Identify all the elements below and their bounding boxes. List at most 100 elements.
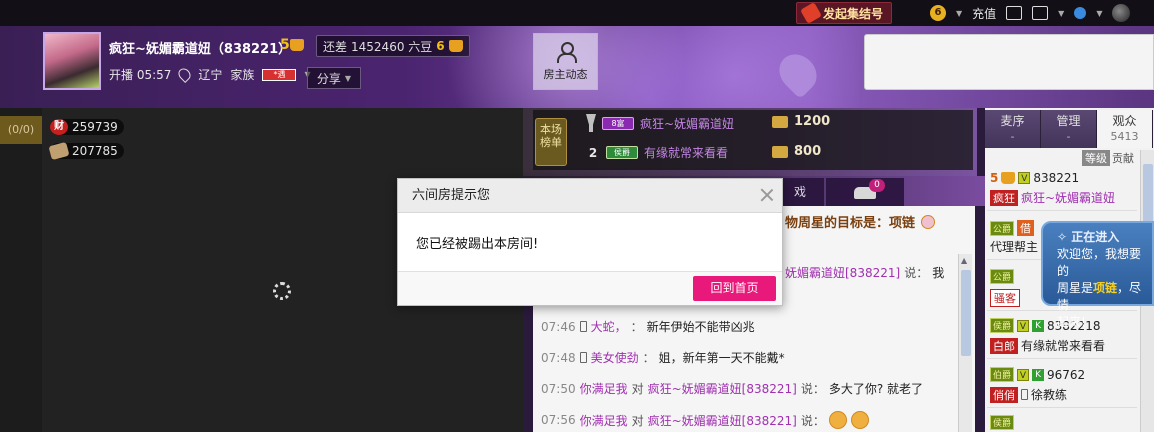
- audience-user[interactable]: 骚客: [990, 289, 1020, 307]
- live-info-row: 开播 05:57 辽宁 家族 *遇 ▼: [109, 66, 311, 83]
- family-label: 家族: [230, 68, 255, 82]
- dialog-footer: 回到首页: [398, 271, 782, 305]
- rank-name: 有缘就常来看看: [644, 146, 729, 160]
- rank-badge: 侯爵: [606, 146, 638, 159]
- audience-user[interactable]: 5 V 838221: [990, 171, 1079, 185]
- entering-popup: ✧ 正在进入 欢迎您，我想要的 周星是项链，尽情 起来!: [1041, 221, 1154, 329]
- chevron-down-icon[interactable]: ▼: [1096, 9, 1102, 18]
- host-avatar[interactable]: [43, 32, 101, 90]
- back-home-button[interactable]: 回到首页: [693, 276, 776, 301]
- chat-line: 妩媚霸道妞[838221] 说： 我: [785, 264, 944, 281]
- chat-line: 07:48 美女使劲 ： 姐，新年第一天不能戴*: [541, 349, 785, 366]
- tab-audience[interactable]: 观众 5413: [1097, 110, 1153, 148]
- shield-icon[interactable]: [1074, 7, 1087, 19]
- rank-badge: 侯爵: [990, 415, 1015, 430]
- chat-topline-text: 物周星的目标是：项链: [785, 216, 916, 231]
- phone-icon: [579, 321, 587, 332]
- audience-user[interactable]: 代理帮主: [990, 238, 1038, 255]
- k-badge: K: [1032, 319, 1045, 332]
- owner-dynamic-button[interactable]: 房主动态: [533, 33, 598, 90]
- audience-user[interactable]: 伯爵 V K 96762: [990, 367, 1085, 382]
- chevron-down-icon[interactable]: ▼: [1058, 9, 1064, 18]
- chat-user[interactable]: 美女使劲: [591, 349, 639, 366]
- divider: [987, 210, 1137, 211]
- owner-dynamic-label: 房主动态: [543, 67, 588, 81]
- audience-user[interactable]: 白郎 有缘就常来看看: [990, 337, 1105, 354]
- sort-level[interactable]: 等级: [1082, 150, 1110, 166]
- crown-icon: [448, 40, 463, 52]
- audience-user[interactable]: 公爵: [990, 269, 1015, 284]
- chat-topline: 物周星的目标是：项链: [785, 212, 936, 231]
- seat-counter: (0/0): [0, 116, 42, 144]
- chat-user[interactable]: 你满足我: [580, 380, 628, 397]
- gap-text: 还差: [323, 39, 348, 54]
- live-time: 开播 05:57: [109, 68, 172, 82]
- rank-entry[interactable]: 2 侯爵 有缘就常来看看: [586, 144, 728, 161]
- tab-label: 戏: [793, 185, 806, 199]
- sort-contribution[interactable]: 贡献: [1112, 150, 1134, 166]
- chat-line: 07:56 你满足我 对 疯狂~妩媚霸道妞[838221] 说：: [541, 411, 869, 429]
- vip-badge: V: [1017, 319, 1030, 332]
- chat-user[interactable]: 妩媚霸道妞[838221]: [785, 264, 900, 281]
- tab-mic-queue[interactable]: 麦序 -: [985, 110, 1041, 148]
- edit-icon[interactable]: [1032, 6, 1049, 20]
- host-level-number: 5: [280, 37, 290, 53]
- loading-spinner-icon: [273, 282, 291, 300]
- rally-button[interactable]: 发起集结号: [796, 2, 892, 24]
- chat-sep: ：: [630, 320, 643, 334]
- user-tag: 白郎: [990, 337, 1018, 354]
- close-icon[interactable]: [760, 188, 774, 202]
- tab-car[interactable]: [826, 178, 904, 206]
- chat-user[interactable]: 疯狂~妩媚霸道妞[838221]: [648, 412, 797, 429]
- user-avatar[interactable]: [1112, 4, 1131, 22]
- audience-user[interactable]: 侯爵: [990, 415, 1015, 430]
- kicked-dialog: 六间房提示您 您已经被踢出本房间! 回到首页: [397, 178, 783, 306]
- necklace-icon: [921, 214, 936, 229]
- audience-user[interactable]: 疯狂 疯狂~妩媚霸道妞: [990, 189, 1115, 206]
- mail-icon[interactable]: [1006, 6, 1023, 20]
- user-name: 疯狂~妩媚霸道妞: [1021, 191, 1116, 205]
- chat-text: 姐，新年第一天不能戴*: [658, 351, 785, 365]
- chat-user[interactable]: 你满足我: [580, 412, 628, 429]
- coin-level-icon[interactable]: 6: [930, 5, 946, 21]
- audience-user[interactable]: 俏俏 徐教练: [990, 386, 1067, 403]
- dialog-header: 六间房提示您: [398, 179, 782, 213]
- vip-badge: V: [1017, 368, 1030, 381]
- trophy-icon: [586, 114, 596, 132]
- entering-line: 起来!: [1057, 315, 1086, 329]
- share-button[interactable]: 分享 ▼: [307, 67, 361, 89]
- chevron-down-icon[interactable]: ▼: [956, 9, 962, 18]
- crown-icon: [289, 39, 304, 51]
- chat-user[interactable]: 大蛇，: [591, 318, 627, 335]
- car-count-badge: 0: [869, 179, 885, 192]
- tab-admin[interactable]: 管理 -: [1041, 110, 1097, 148]
- chat-user[interactable]: 疯狂~妩媚霸道妞[838221]: [648, 380, 797, 397]
- sort-labels: 等级 贡献: [1082, 150, 1134, 166]
- bean-icon: [772, 145, 788, 158]
- chat-scroll-thumb[interactable]: [961, 270, 971, 356]
- tab-count: 5413: [1110, 130, 1139, 143]
- level-gap-box: 还差 1452460 六豆 6: [316, 35, 470, 57]
- rank-badge: 侯爵: [990, 318, 1015, 333]
- k-badge: K: [1032, 368, 1045, 381]
- family-badge[interactable]: *遇: [262, 68, 297, 81]
- tab-count: -: [1010, 130, 1015, 143]
- rank-tag[interactable]: 本场榜单: [535, 118, 567, 166]
- entering-title: ✧ 正在进入: [1057, 230, 1120, 244]
- user-id: 838221: [1033, 171, 1080, 185]
- tab-label: 观众: [1112, 114, 1137, 128]
- rank-value-number: 1200: [794, 114, 831, 129]
- emoji-icon: [828, 411, 847, 429]
- user-tag: 俏俏: [990, 386, 1018, 403]
- gap-value: 1452460 六豆: [351, 39, 433, 54]
- scroll-up-icon[interactable]: ▲: [961, 256, 967, 265]
- audience-user[interactable]: 公爵 借: [990, 220, 1035, 236]
- rank-entry[interactable]: 8富 疯狂~妩媚霸道妞: [586, 114, 734, 132]
- recharge-link[interactable]: 充值: [972, 5, 996, 22]
- rank-value-number: 800: [794, 144, 822, 159]
- crown-icon: [1001, 172, 1016, 184]
- chat-scrollbar[interactable]: ▲: [958, 254, 972, 432]
- chevron-down-icon: ▼: [344, 73, 352, 83]
- rank-badge: 8富: [602, 116, 634, 130]
- entering-highlight: 项链: [1093, 281, 1118, 295]
